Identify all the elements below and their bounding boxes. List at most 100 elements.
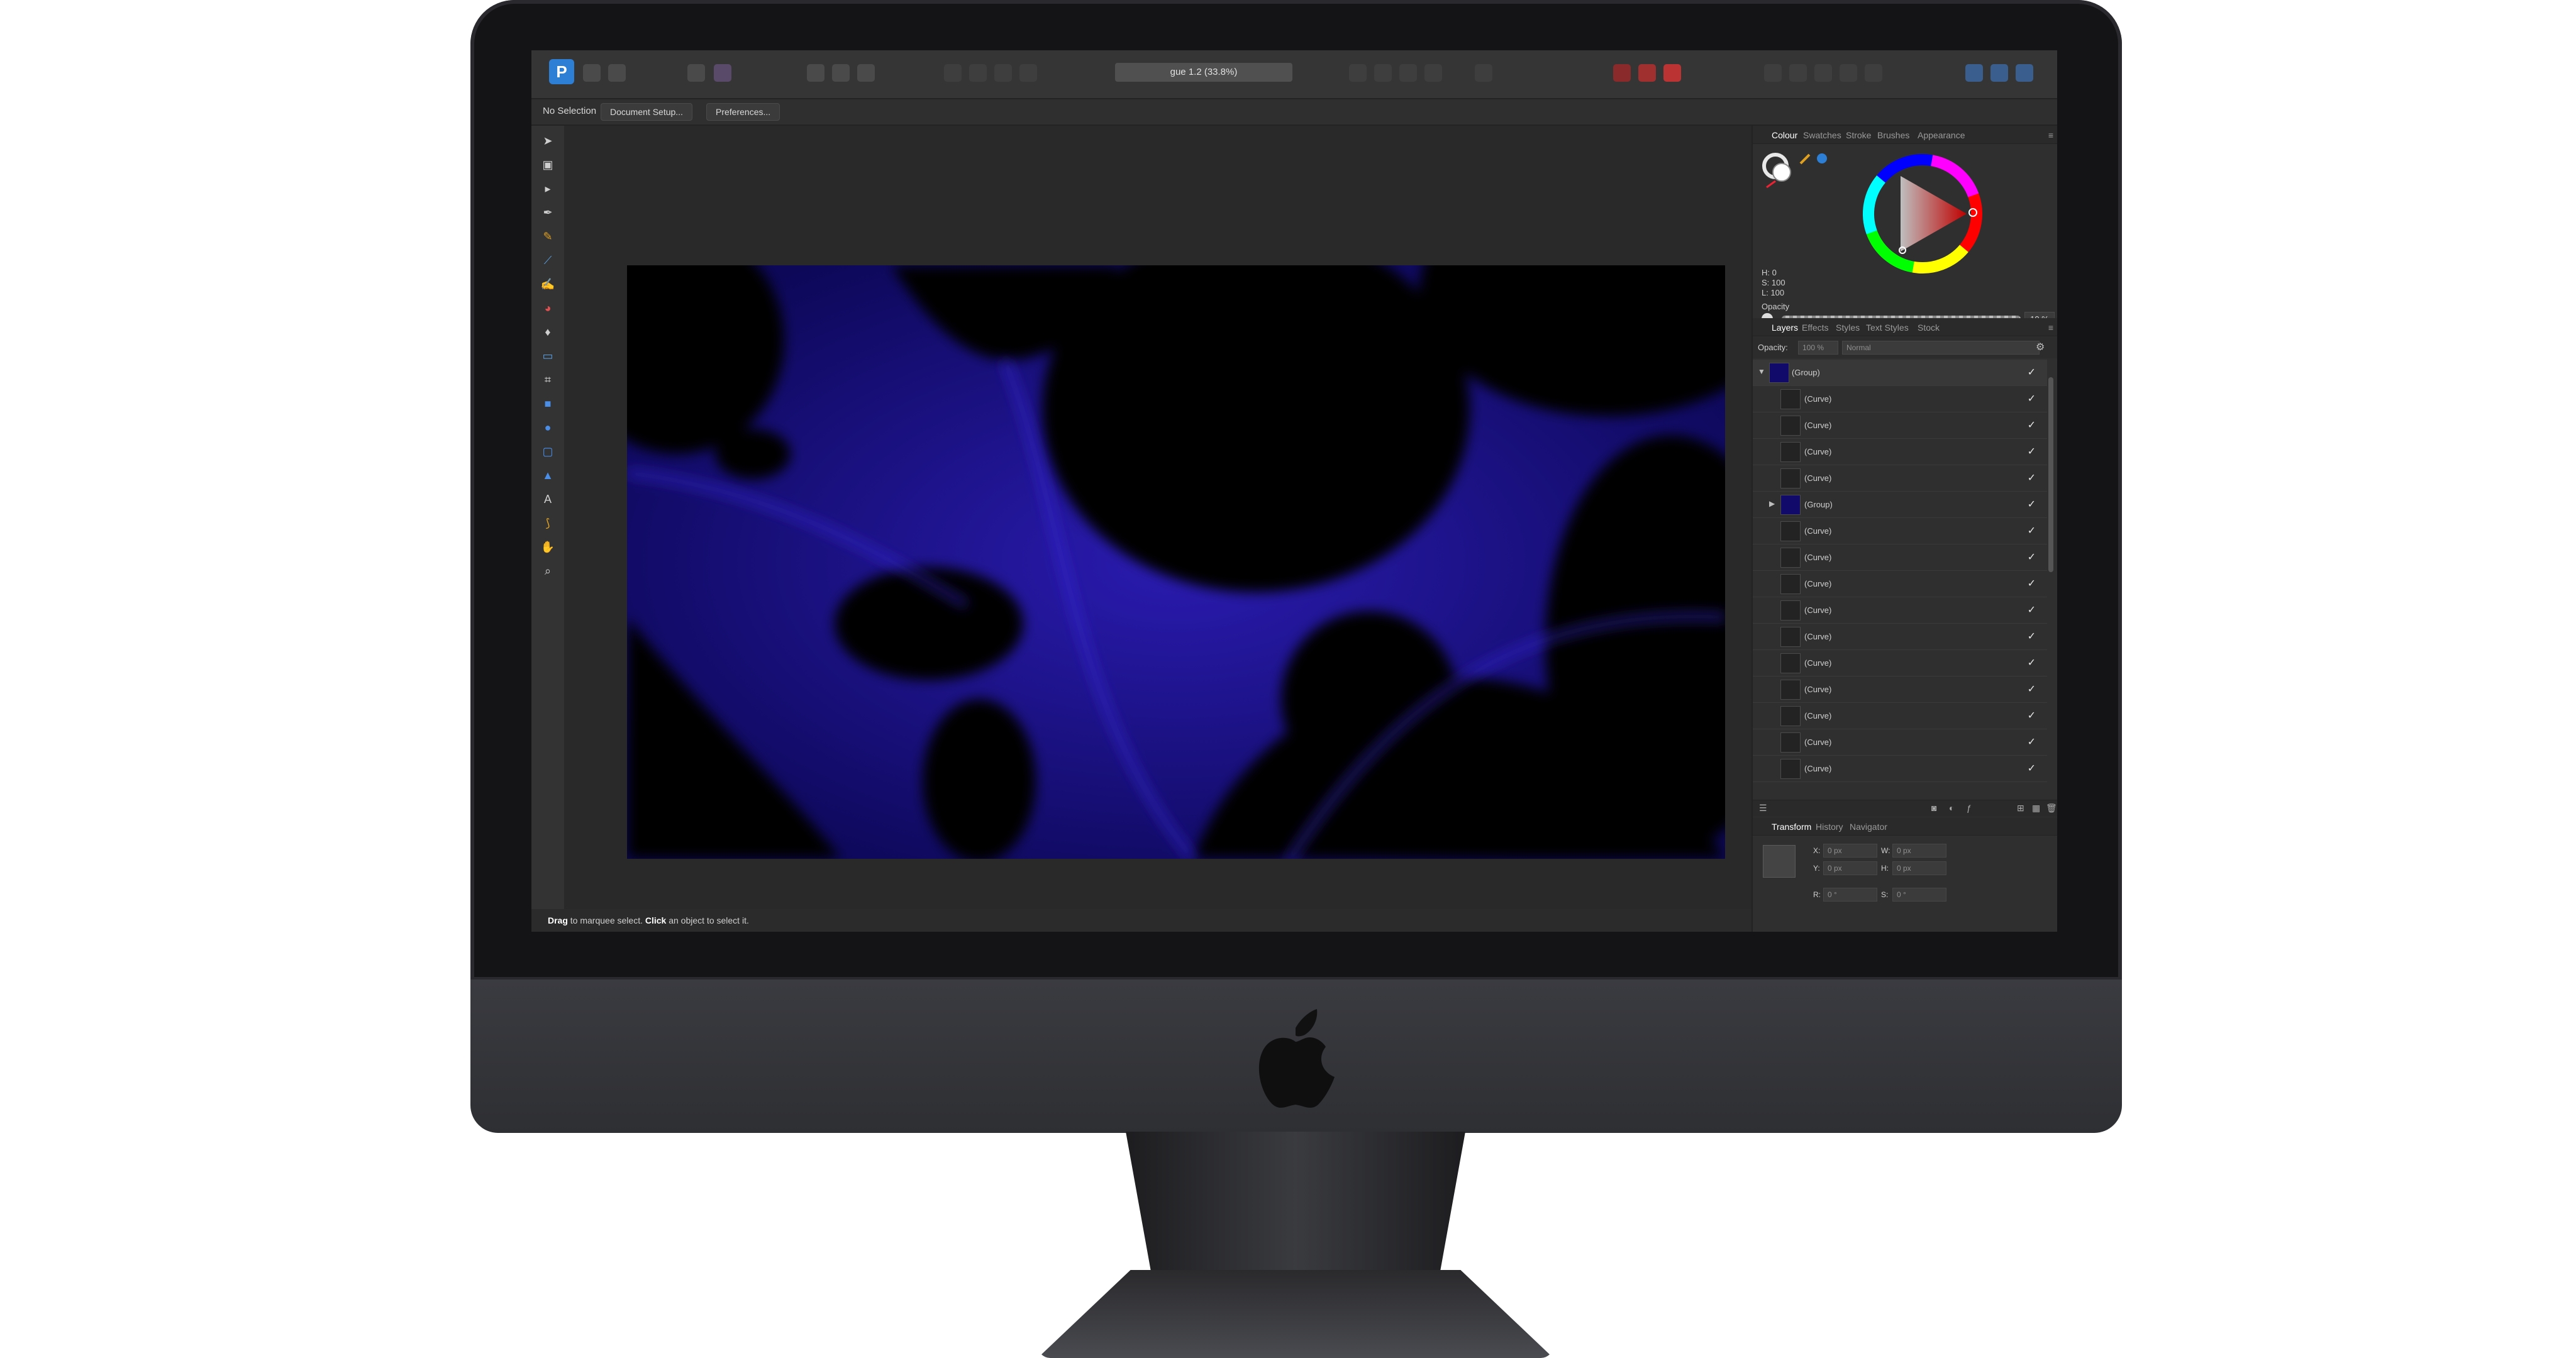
flip-vertical-icon[interactable] [1374, 64, 1392, 82]
panel-menu-icon[interactable]: ≡ [2048, 130, 2053, 140]
brush-mode-icon[interactable] [1663, 64, 1681, 82]
tab-layers[interactable]: Layers [1772, 323, 1798, 333]
visibility-check-icon[interactable]: ✓ [2028, 736, 2036, 748]
y-field[interactable]: 0 px [1823, 861, 1877, 875]
layer-row[interactable]: (Curve) ✓ [1753, 412, 2047, 439]
visibility-check-icon[interactable]: ✓ [2028, 709, 2036, 722]
disclosure-open-icon[interactable]: ▼ [1758, 367, 1765, 376]
rounded-rectangle-tool-icon[interactable]: ▢ [540, 444, 555, 459]
disclosure-closed-icon[interactable]: ▶ [1769, 499, 1775, 508]
studio-panel-icon[interactable] [1965, 64, 1983, 82]
visibility-check-icon[interactable]: ✓ [2028, 630, 2036, 643]
tab-appearance[interactable]: Appearance [1918, 130, 1965, 140]
align-icon[interactable] [1475, 64, 1492, 82]
layer-row[interactable]: (Curve) ✓ [1753, 544, 2047, 571]
selection-refine-icon[interactable] [1638, 64, 1656, 82]
visibility-check-icon[interactable]: ✓ [2028, 604, 2036, 616]
fill-stroke-swatch-icon[interactable] [1760, 151, 1798, 189]
snapping-icon[interactable] [807, 64, 824, 82]
text-tool-icon[interactable]: A [540, 492, 555, 507]
colour-wheel[interactable] [1860, 151, 1985, 277]
layer-row[interactable]: (Curve) ✓ [1753, 729, 2047, 756]
layer-row[interactable]: (Curve) ✓ [1753, 756, 2047, 782]
grid-icon[interactable] [832, 64, 850, 82]
tab-swatches[interactable]: Swatches [1803, 130, 1841, 140]
rotation-field[interactable]: 0 ° [1823, 888, 1877, 902]
layer-row[interactable]: (Curve) ✓ [1753, 597, 2047, 624]
tab-navigator[interactable]: Navigator [1850, 822, 1887, 832]
tab-text-styles[interactable]: Text Styles [1866, 323, 1909, 333]
view-mode-icon[interactable] [687, 64, 705, 82]
layer-row[interactable]: (Curve) ✓ [1753, 439, 2047, 465]
group-icon[interactable]: ▦ [2032, 803, 2040, 814]
mask-icon[interactable]: ◙ [1931, 803, 1936, 813]
order-backward-icon[interactable] [969, 64, 987, 82]
vector-brush-tool-icon[interactable]: ⟋ [540, 253, 555, 268]
assistant-icon[interactable] [714, 64, 731, 82]
fill-tool-icon[interactable]: ♦ [540, 324, 555, 340]
tab-effects[interactable]: Effects [1802, 323, 1829, 333]
order-back-icon[interactable] [944, 64, 962, 82]
layer-row[interactable]: (Curve) ✓ [1753, 386, 2047, 412]
layer-row[interactable]: (Curve) ✓ [1753, 465, 2047, 492]
anchor-point-icon[interactable] [1763, 845, 1796, 878]
layer-row[interactable]: (Curve) ✓ [1753, 518, 2047, 544]
order-forward-icon[interactable] [994, 64, 1012, 82]
layer-row[interactable]: ▶ (Group) ✓ [1753, 492, 2047, 518]
crop-tool-icon[interactable]: ⌗ [540, 372, 555, 387]
canvas-area[interactable] [564, 126, 1752, 909]
visibility-check-icon[interactable]: ✓ [2028, 419, 2036, 431]
preferences-button[interactable]: Preferences... [706, 103, 780, 121]
layer-row[interactable]: ▼ (Group) ✓ [1753, 360, 2047, 386]
document-artwork[interactable] [627, 265, 1725, 859]
colour-picker-tool-icon[interactable]: ◕ [540, 301, 555, 316]
boolean-divide-icon[interactable] [1865, 64, 1882, 82]
quickmask-icon[interactable] [1613, 64, 1631, 82]
visibility-check-icon[interactable]: ✓ [2028, 445, 2036, 458]
settings-gear-icon[interactable]: ⚙ [2036, 341, 2045, 353]
document-setup-button[interactable]: Document Setup... [601, 103, 692, 121]
h-field[interactable]: 0 px [1892, 861, 1946, 875]
layer-row[interactable]: (Curve) ✓ [1753, 703, 2047, 729]
boolean-intersect-icon[interactable] [1814, 64, 1832, 82]
rotate-left-icon[interactable] [1399, 64, 1417, 82]
flip-horizontal-icon[interactable] [1349, 64, 1367, 82]
visibility-check-icon[interactable]: ✓ [2028, 762, 2036, 775]
visibility-check-icon[interactable]: ✓ [2028, 524, 2036, 537]
share-icon[interactable] [608, 64, 626, 82]
visibility-check-icon[interactable]: ✓ [2028, 683, 2036, 695]
gradient-tool-icon[interactable]: ▭ [540, 348, 555, 363]
tab-stroke[interactable]: Stroke [1846, 130, 1871, 140]
visibility-check-icon[interactable]: ✓ [2028, 577, 2036, 590]
layers-toggle-icon[interactable] [1990, 64, 2008, 82]
tab-stock[interactable]: Stock [1918, 323, 1940, 333]
triangle-tool-icon[interactable]: ▲ [540, 468, 555, 483]
layer-stack-icon[interactable]: ☰ [1759, 803, 1767, 814]
order-front-icon[interactable] [1019, 64, 1037, 82]
visibility-check-icon[interactable]: ✓ [2028, 498, 2036, 511]
x-field[interactable]: 0 px [1823, 844, 1877, 858]
liquify-persona-icon[interactable] [583, 64, 601, 82]
adjustment-icon[interactable]: ◐ [1949, 803, 1954, 813]
document-title[interactable]: gue 1.2 (33.8%) [1115, 63, 1292, 82]
panel-menu-icon[interactable]: ≡ [2048, 323, 2053, 333]
tab-history[interactable]: History [1816, 822, 1843, 832]
visibility-check-icon[interactable]: ✓ [2028, 366, 2036, 378]
paint-brush-tool-icon[interactable]: ✍ [540, 277, 555, 292]
layer-row[interactable]: (Curve) ✓ [1753, 624, 2047, 650]
ellipse-tool-icon[interactable]: ● [540, 420, 555, 435]
rotate-right-icon[interactable] [1424, 64, 1442, 82]
pen-tool-icon[interactable]: ✒ [540, 205, 555, 220]
zoom-tool-icon[interactable]: ⌕ [540, 563, 555, 578]
fx-icon[interactable]: ƒ [1967, 803, 1972, 813]
node-tool-icon[interactable]: ▸ [540, 181, 555, 196]
rectangle-tool-icon[interactable]: ■ [540, 396, 555, 411]
visibility-check-icon[interactable]: ✓ [2028, 656, 2036, 669]
layers-scrollbar[interactable] [2048, 377, 2053, 572]
eyedropper-tool-icon[interactable]: ⟆ [540, 516, 555, 531]
w-field[interactable]: 0 px [1892, 844, 1946, 858]
layer-row[interactable]: (Curve) ✓ [1753, 571, 2047, 597]
delete-layer-icon[interactable]: 🗑 [2046, 803, 2057, 814]
visibility-check-icon[interactable]: ✓ [2028, 392, 2036, 405]
layer-opacity-field[interactable]: 100 % [1798, 341, 1838, 355]
